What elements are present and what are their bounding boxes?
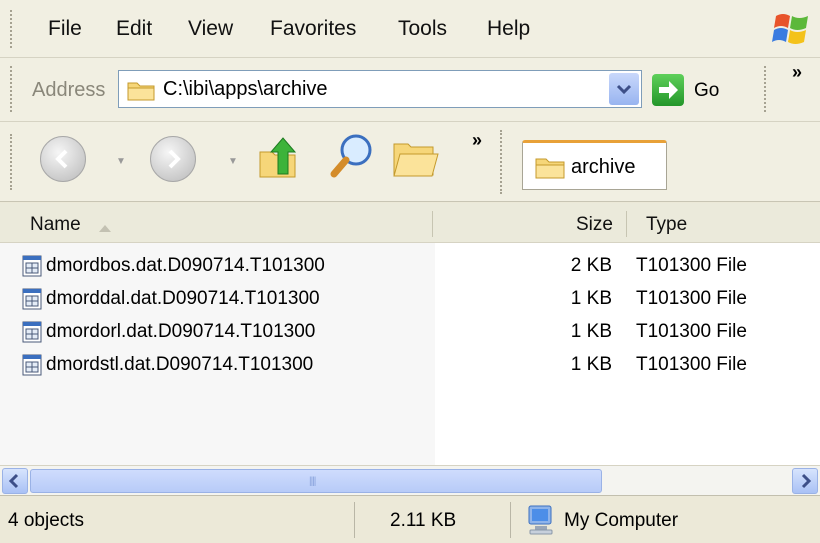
menu-help[interactable]: Help [487,17,530,41]
address-dropdown-button[interactable] [609,73,639,105]
file-size: 2 KB [570,255,612,276]
search-icon[interactable] [328,132,376,182]
folders-icon[interactable] [392,138,442,180]
file-size: 1 KB [570,321,612,342]
column-headers: Name Size Type [0,203,820,243]
data-file-icon [22,321,42,343]
tab-label: archive [571,156,636,178]
forward-button[interactable] [150,136,196,182]
folder-icon [127,82,155,101]
data-file-icon [22,255,42,277]
list-item[interactable]: dmorddal.dat.D090714.T101300 1 KB T101300 … [0,284,820,316]
up-folder-icon[interactable] [256,134,302,182]
status-object-count: 4 objects [8,510,85,531]
file-size: 1 KB [570,354,612,375]
list-item[interactable]: dmordbos.dat.D090714.T101300 2 KB T101300 … [0,251,820,283]
column-header-name[interactable]: Name [30,214,81,236]
menu-tools[interactable]: Tools [398,17,447,41]
tab-archive[interactable]: archive [522,140,667,190]
file-type: T101300 File [636,321,747,342]
status-divider [354,502,355,538]
menu-file[interactable]: File [48,17,82,41]
data-file-icon [22,354,42,376]
status-divider [510,502,511,538]
status-size: 2.11 KB [390,510,457,531]
horizontal-scrollbar[interactable]: |||| [0,465,820,495]
go-arrow-icon [652,74,684,106]
scroll-thumb[interactable]: |||| [30,469,602,493]
status-zone: My Computer [564,510,679,531]
forward-arrow-icon [168,149,181,169]
toolbar-grip[interactable] [10,10,15,48]
forward-dropdown-icon[interactable]: ▼ [228,156,238,167]
back-arrow-icon [55,149,68,169]
file-name: dmordorl.dat.D090714.T101300 [46,321,316,342]
toolbar-grip[interactable] [500,130,504,194]
list-item[interactable]: dmordstl.dat.D090714.T101300 1 KB T101300 … [0,350,820,382]
menu-bar: File Edit View Favorites Tools Help [0,0,820,58]
windows-logo-icon [770,8,814,50]
thumb-grip-icon: |||| [309,476,316,487]
toolbar-grip[interactable] [10,66,15,112]
address-value: C:\ibi\apps\archive [163,78,328,100]
chevron-right-icon [801,473,812,489]
file-size: 1 KB [570,288,612,309]
status-bar: 4 objects 2.11 KB My Computer [0,495,820,543]
toolbar-grip[interactable] [764,66,768,112]
folder-icon [535,158,565,179]
standard-toolbar: ▼ ▼ » archive [0,122,820,202]
file-type: T101300 File [636,288,747,309]
menu-view[interactable]: View [188,17,233,41]
menu-favorites[interactable]: Favorites [270,17,356,41]
list-item[interactable]: dmordorl.dat.D090714.T101300 1 KB T101300 … [0,317,820,349]
address-bar: Address C:\ibi\apps\archive Go » [0,58,820,122]
back-dropdown-icon[interactable]: ▼ [116,156,126,167]
back-button[interactable] [40,136,86,182]
go-button[interactable]: Go [652,71,732,109]
file-name: dmorddal.dat.D090714.T101300 [46,288,320,309]
file-name: dmordbos.dat.D090714.T101300 [46,255,325,276]
file-list[interactable]: dmordbos.dat.D090714.T101300 2 KB T101300 … [0,243,820,465]
file-name: dmordstl.dat.D090714.T101300 [46,354,314,375]
scroll-left-button[interactable] [2,468,28,494]
column-header-size[interactable]: Size [576,214,613,236]
column-divider[interactable] [432,211,433,237]
scroll-right-button[interactable] [792,468,818,494]
my-computer-icon [528,505,553,535]
file-type: T101300 File [636,255,747,276]
column-header-type[interactable]: Type [646,214,687,236]
chevron-left-icon [8,473,19,489]
address-input[interactable]: C:\ibi\apps\archive [118,70,642,108]
data-file-icon [22,288,42,310]
toolbar-overflow-chevron[interactable]: » [472,130,482,151]
file-type: T101300 File [636,354,747,375]
address-label: Address [32,79,106,101]
toolbar-grip[interactable] [10,134,15,190]
go-label: Go [694,80,720,101]
sort-ascending-icon [99,225,111,232]
address-overflow-chevron[interactable]: » [792,62,802,83]
chevron-down-icon [616,84,632,95]
menu-edit[interactable]: Edit [116,17,152,41]
column-divider[interactable] [626,211,627,237]
